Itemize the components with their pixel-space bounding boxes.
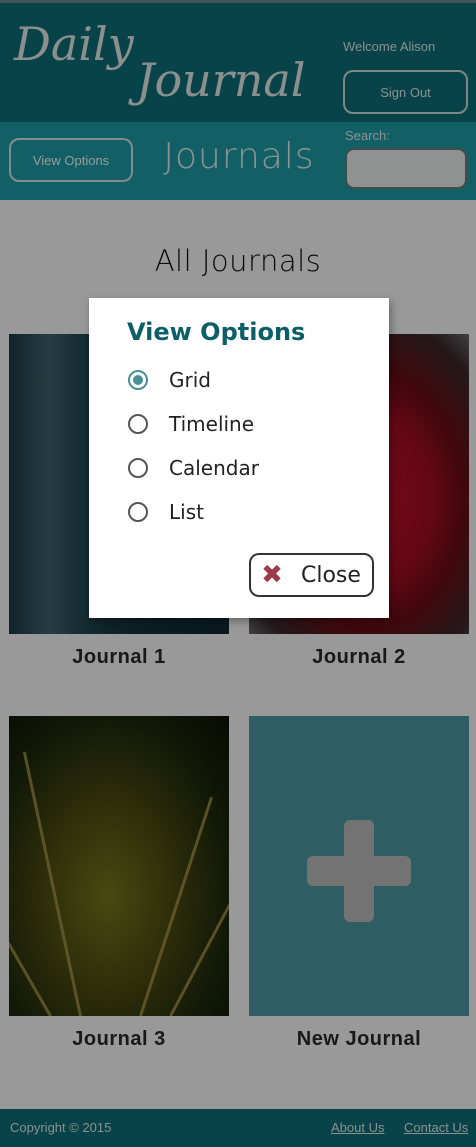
dialog-title: View Options bbox=[127, 318, 306, 346]
close-x-icon: ✖ bbox=[261, 560, 283, 590]
radio-unselected-icon[interactable] bbox=[128, 502, 148, 522]
view-option-calendar[interactable]: Calendar bbox=[128, 456, 259, 480]
radio-unselected-icon[interactable] bbox=[128, 458, 148, 478]
view-options-dialog: View Options Grid Timeline Calendar List… bbox=[89, 298, 389, 618]
option-label: List bbox=[169, 500, 204, 524]
option-label: Calendar bbox=[169, 456, 259, 480]
radio-unselected-icon[interactable] bbox=[128, 414, 148, 434]
close-button[interactable]: ✖ Close bbox=[249, 553, 374, 597]
close-label: Close bbox=[301, 562, 361, 588]
radio-selected-icon[interactable] bbox=[128, 370, 148, 390]
view-option-timeline[interactable]: Timeline bbox=[128, 412, 254, 436]
option-label: Grid bbox=[169, 368, 211, 392]
view-option-list[interactable]: List bbox=[128, 500, 204, 524]
view-option-grid[interactable]: Grid bbox=[128, 368, 211, 392]
option-label: Timeline bbox=[169, 412, 255, 436]
